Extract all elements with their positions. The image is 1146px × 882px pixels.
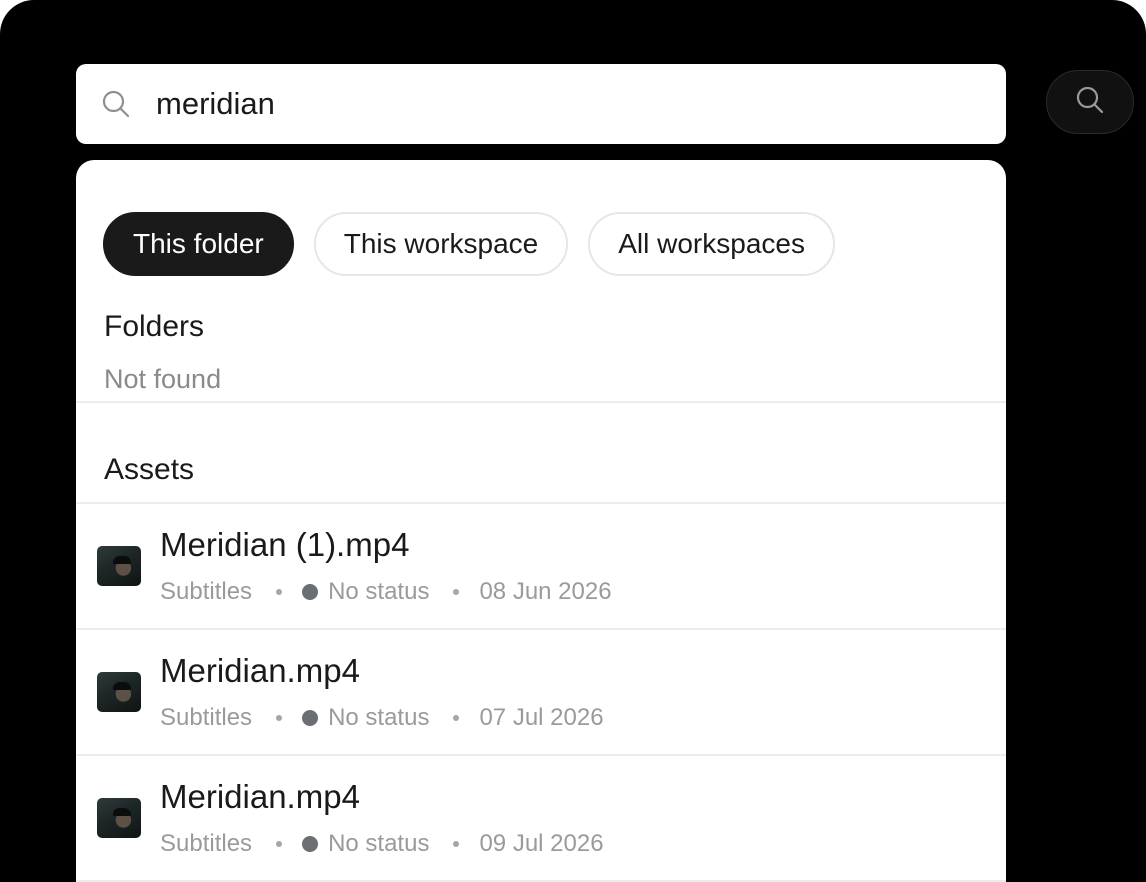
- search-bar[interactable]: [76, 64, 1006, 144]
- status-dot-icon: [302, 836, 319, 852]
- separator-dot: [276, 715, 283, 721]
- asset-name: Meridian.mp4: [160, 652, 360, 689]
- search-input[interactable]: [156, 86, 976, 122]
- asset-name: Meridian (1).mp4: [160, 526, 410, 563]
- search-scope-tabs: This folder This workspace All workspace…: [103, 212, 835, 276]
- section-divider: [76, 401, 1006, 403]
- asset-row[interactable]: Meridian.mp4 Subtitles No status 07 Jul …: [76, 630, 1006, 756]
- asset-type: Subtitles: [160, 704, 253, 731]
- search-results-panel: This folder This workspace All workspace…: [76, 160, 1006, 882]
- separator-dot: [276, 841, 283, 847]
- asset-date: 07 Jul 2026: [479, 704, 604, 731]
- folders-empty-text: Not found: [104, 364, 222, 394]
- status-dot-icon: [302, 584, 319, 600]
- search-icon: [1075, 85, 1105, 120]
- video-thumbnail-icon: [97, 672, 141, 712]
- video-thumbnail-icon: [97, 546, 141, 586]
- separator-dot: [276, 589, 283, 595]
- separator-dot: [453, 589, 460, 595]
- asset-status: No status: [328, 704, 430, 731]
- asset-type: Subtitles: [160, 830, 253, 857]
- folders-heading: Folders: [104, 310, 205, 343]
- asset-row[interactable]: Meridian (1).mp4 Subtitles No status 08 …: [76, 504, 1006, 630]
- app-window: This folder This workspace All workspace…: [0, 0, 1146, 882]
- asset-date: 09 Jul 2026: [479, 830, 604, 857]
- tab-all-workspaces[interactable]: All workspaces: [588, 212, 835, 276]
- asset-name: Meridian.mp4: [160, 778, 360, 815]
- separator-dot: [453, 715, 460, 721]
- asset-date: 08 Jun 2026: [479, 578, 612, 605]
- asset-type: Subtitles: [160, 578, 253, 605]
- asset-status: No status: [328, 830, 430, 857]
- asset-row[interactable]: Meridian.mp4 Subtitles No status 09 Jul …: [76, 756, 1006, 882]
- search-toggle-button[interactable]: [1046, 70, 1134, 134]
- tab-this-folder[interactable]: This folder: [103, 212, 294, 276]
- separator-dot: [453, 841, 460, 847]
- tab-this-workspace[interactable]: This workspace: [313, 212, 569, 276]
- video-thumbnail-icon: [97, 798, 141, 838]
- asset-meta: Subtitles No status 07 Jul 2026: [160, 704, 604, 732]
- assets-heading: Assets: [104, 453, 195, 486]
- search-icon: [100, 88, 132, 120]
- asset-status: No status: [328, 578, 430, 605]
- asset-meta: Subtitles No status 09 Jul 2026: [160, 830, 604, 858]
- asset-meta: Subtitles No status 08 Jun 2026: [160, 578, 612, 606]
- status-dot-icon: [302, 710, 319, 726]
